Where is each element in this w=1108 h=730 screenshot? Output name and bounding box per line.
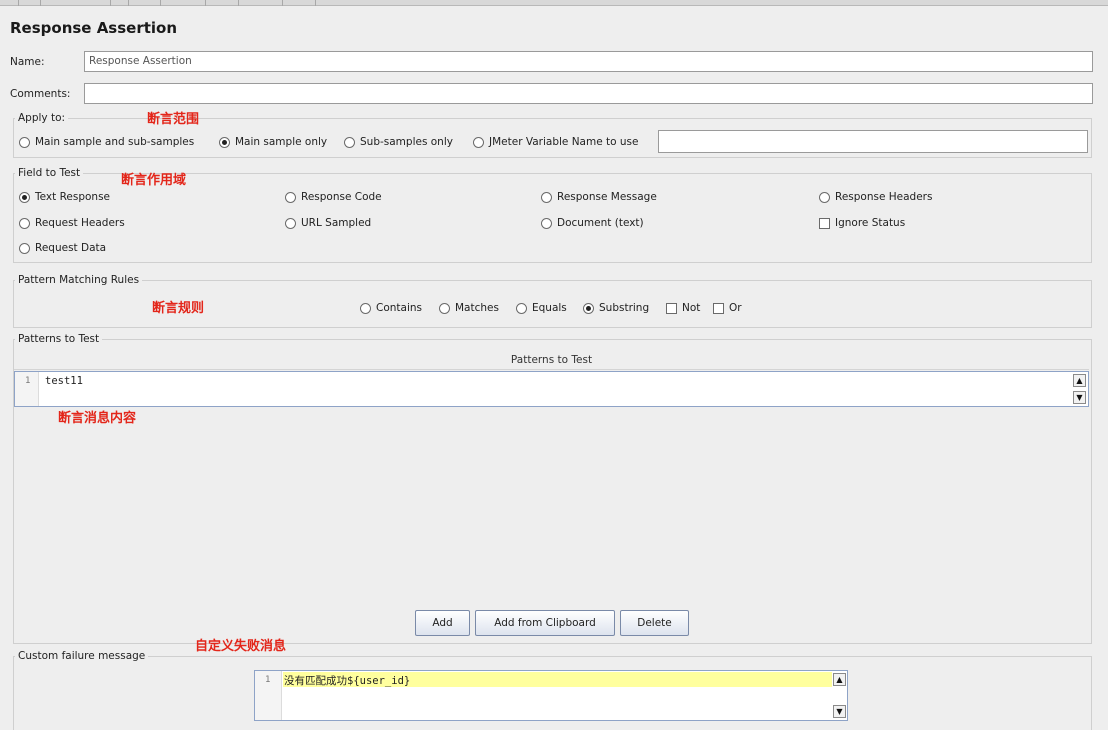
annotation-apply-to: 断言范围 bbox=[147, 112, 200, 127]
line-number: 1 bbox=[25, 376, 31, 386]
name-field[interactable]: Response Assertion bbox=[84, 51, 1093, 72]
radio-off-icon bbox=[541, 191, 552, 203]
field-response-headers-radio[interactable]: Response Headers bbox=[819, 191, 932, 203]
field-url-sampled-radio[interactable]: URL Sampled bbox=[285, 217, 371, 229]
radio-off-icon bbox=[819, 191, 830, 203]
field-request-data-radio[interactable]: Request Data bbox=[19, 242, 106, 254]
radio-on-icon bbox=[19, 191, 30, 203]
scroll-up-icon[interactable]: ▲ bbox=[833, 673, 846, 686]
apply-main-and-sub-radio[interactable]: Main sample and sub-samples bbox=[19, 136, 194, 148]
radio-off-icon bbox=[285, 217, 296, 229]
field-document-radio[interactable]: Document (text) bbox=[541, 217, 644, 229]
field-request-headers-radio[interactable]: Request Headers bbox=[19, 217, 125, 229]
field-response-message-radio[interactable]: Response Message bbox=[541, 191, 657, 203]
scroll-down-icon[interactable]: ▼ bbox=[1073, 391, 1086, 404]
apply-main-only-radio[interactable]: Main sample only bbox=[219, 136, 327, 148]
radio-off-icon bbox=[360, 302, 371, 314]
radio-off-icon bbox=[19, 136, 30, 148]
radio-off-icon bbox=[473, 136, 484, 148]
apply-sub-only-radio[interactable]: Sub-samples only bbox=[344, 136, 453, 148]
matching-rules-legend: Pattern Matching Rules bbox=[15, 274, 143, 286]
field-to-test-legend: Field to Test bbox=[15, 167, 84, 179]
radio-off-icon bbox=[344, 136, 355, 148]
rule-not-checkbox[interactable]: Not bbox=[666, 302, 700, 314]
apply-variable-radio[interactable]: JMeter Variable Name to use bbox=[473, 136, 638, 148]
line-number: 1 bbox=[265, 675, 271, 685]
checkbox-icon bbox=[713, 302, 724, 314]
delete-button[interactable]: Delete bbox=[620, 610, 689, 636]
patterns-legend: Patterns to Test bbox=[15, 333, 103, 345]
failure-message-editor[interactable]: 1 没有匹配成功${user_id} ▲ ▼ bbox=[254, 670, 848, 721]
name-label: Name: bbox=[10, 56, 45, 68]
page-title: Response Assertion bbox=[10, 19, 178, 37]
rule-matches-radio[interactable]: Matches bbox=[439, 302, 499, 314]
apply-to-legend: Apply to: bbox=[15, 112, 69, 124]
add-from-clipboard-button[interactable]: Add from Clipboard bbox=[475, 610, 615, 636]
radio-off-icon bbox=[439, 302, 450, 314]
annotation-patterns: 断言消息内容 bbox=[58, 411, 137, 426]
comments-field[interactable] bbox=[84, 83, 1093, 104]
rule-or-checkbox[interactable]: Or bbox=[713, 302, 742, 314]
rule-equals-radio[interactable]: Equals bbox=[516, 302, 567, 314]
scroll-down-icon[interactable]: ▼ bbox=[833, 705, 846, 718]
checkbox-icon bbox=[819, 217, 830, 229]
checkbox-icon bbox=[666, 302, 677, 314]
failure-message-line[interactable]: 没有匹配成功${user_id} bbox=[284, 673, 410, 688]
rule-contains-radio[interactable]: Contains bbox=[360, 302, 422, 314]
comments-label: Comments: bbox=[10, 88, 71, 100]
rule-substring-radio[interactable]: Substring bbox=[583, 302, 649, 314]
failure-legend: Custom failure message bbox=[15, 650, 149, 662]
annotation-field-to-test: 断言作用域 bbox=[121, 173, 187, 188]
radio-on-icon bbox=[219, 136, 230, 148]
field-text-response-radio[interactable]: Text Response bbox=[19, 191, 110, 203]
radio-off-icon bbox=[516, 302, 527, 314]
radio-off-icon bbox=[285, 191, 296, 203]
radio-off-icon bbox=[19, 217, 30, 229]
annotation-failure: 自定义失败消息 bbox=[195, 639, 287, 654]
radio-on-icon bbox=[583, 302, 594, 314]
add-button[interactable]: Add bbox=[415, 610, 470, 636]
field-response-code-radio[interactable]: Response Code bbox=[285, 191, 382, 203]
pattern-line[interactable]: test11 bbox=[45, 375, 83, 387]
variable-name-field[interactable] bbox=[658, 130, 1088, 153]
patterns-column-header: Patterns to Test bbox=[14, 350, 1089, 370]
radio-off-icon bbox=[19, 242, 30, 254]
patterns-editor[interactable]: 1 test11 ▲ ▼ bbox=[14, 371, 1089, 407]
annotation-matching-rules: 断言规则 bbox=[152, 301, 205, 316]
ignore-status-checkbox[interactable]: Ignore Status bbox=[819, 217, 905, 229]
scroll-up-icon[interactable]: ▲ bbox=[1073, 374, 1086, 387]
tab-strip bbox=[0, 0, 1108, 6]
radio-off-icon bbox=[541, 217, 552, 229]
